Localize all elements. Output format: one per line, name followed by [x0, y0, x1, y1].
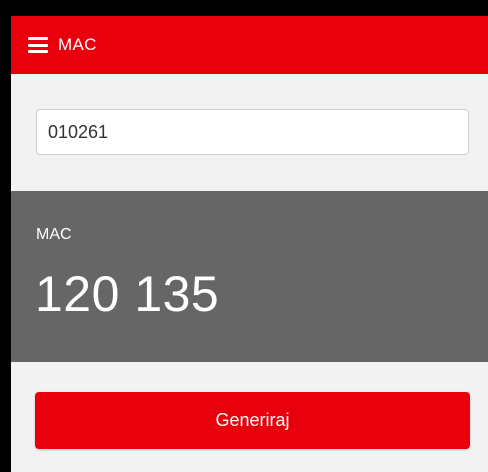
app-bar: MAC — [11, 16, 488, 74]
result-value: 120 135 — [35, 266, 220, 322]
result-panel: MAC 120 135 — [11, 191, 488, 362]
code-input[interactable] — [36, 109, 469, 155]
generate-button[interactable]: Generiraj — [35, 392, 470, 449]
hamburger-line — [28, 43, 48, 47]
app-screen: MAC MAC 120 135 Generiraj — [11, 16, 488, 472]
hamburger-menu-icon[interactable] — [28, 37, 48, 53]
app-title: MAC — [58, 35, 97, 54]
input-container — [36, 109, 469, 155]
result-label: MAC — [36, 226, 72, 243]
hamburger-line — [28, 50, 48, 53]
hamburger-line — [28, 37, 48, 40]
